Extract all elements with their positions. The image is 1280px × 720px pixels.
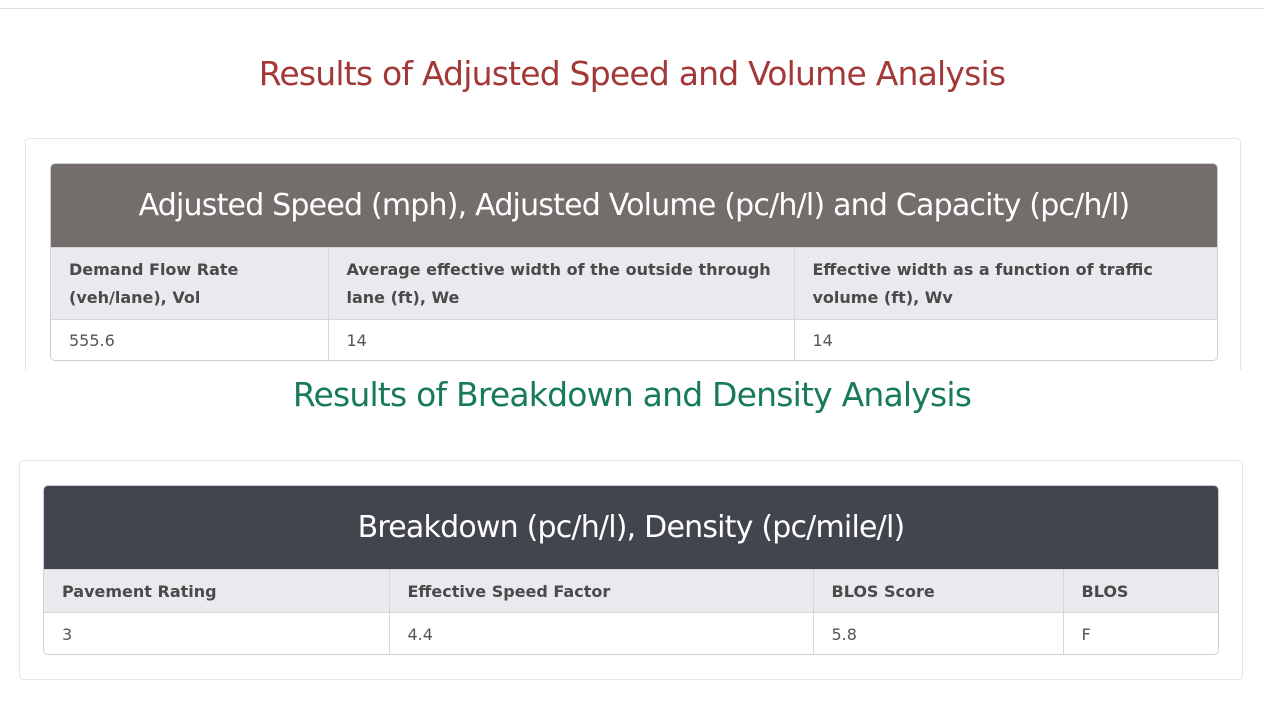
cell-blos: F (1063, 612, 1218, 654)
results-card-breakdown-density: Breakdown (pc/h/l), Density (pc/mile/l) … (19, 460, 1243, 680)
results-table-speed-volume: Demand Flow Rate (veh/lane), Vol Average… (51, 247, 1217, 360)
column-header-blos-score: BLOS Score (813, 569, 1064, 613)
column-header-demand-flow-rate: Demand Flow Rate (veh/lane), Vol (51, 247, 329, 320)
cell-effective-width-volume: 14 (794, 319, 1217, 360)
panel-title-speed-volume: Adjusted Speed (mph), Adjusted Volume (p… (51, 164, 1217, 247)
top-divider (0, 8, 1264, 9)
results-card-speed-volume: Adjusted Speed (mph), Adjusted Volume (p… (25, 138, 1241, 370)
table-header-row: Demand Flow Rate (veh/lane), Vol Average… (51, 247, 1217, 320)
column-header-blos: BLOS (1063, 569, 1218, 613)
cell-blos-score: 5.8 (813, 612, 1064, 654)
column-header-outside-lane-width: Average effective width of the outside t… (328, 247, 795, 320)
column-header-effective-width-volume: Effective width as a function of traffic… (794, 247, 1217, 320)
cell-effective-speed-factor: 4.4 (389, 612, 814, 654)
panel-title-breakdown-density: Breakdown (pc/h/l), Density (pc/mile/l) (44, 486, 1218, 569)
column-header-pavement-rating: Pavement Rating (44, 569, 390, 613)
cell-demand-flow-rate: 555.6 (51, 319, 329, 360)
results-panel-speed-volume: Adjusted Speed (mph), Adjusted Volume (p… (50, 163, 1218, 361)
section-title-speed-volume: Results of Adjusted Speed and Volume Ana… (258, 54, 1006, 93)
cell-outside-lane-width: 14 (328, 319, 795, 360)
column-header-effective-speed-factor: Effective Speed Factor (389, 569, 814, 613)
cell-pavement-rating: 3 (44, 612, 390, 654)
results-panel-breakdown-density: Breakdown (pc/h/l), Density (pc/mile/l) … (43, 485, 1219, 655)
table-row: 555.6 14 14 (51, 319, 1217, 360)
section-title-breakdown-density: Results of Breakdown and Density Analysi… (292, 375, 972, 414)
table-row: 3 4.4 5.8 F (44, 612, 1218, 654)
results-table-breakdown-density: Pavement Rating Effective Speed Factor B… (44, 569, 1218, 654)
table-header-row: Pavement Rating Effective Speed Factor B… (44, 569, 1218, 613)
